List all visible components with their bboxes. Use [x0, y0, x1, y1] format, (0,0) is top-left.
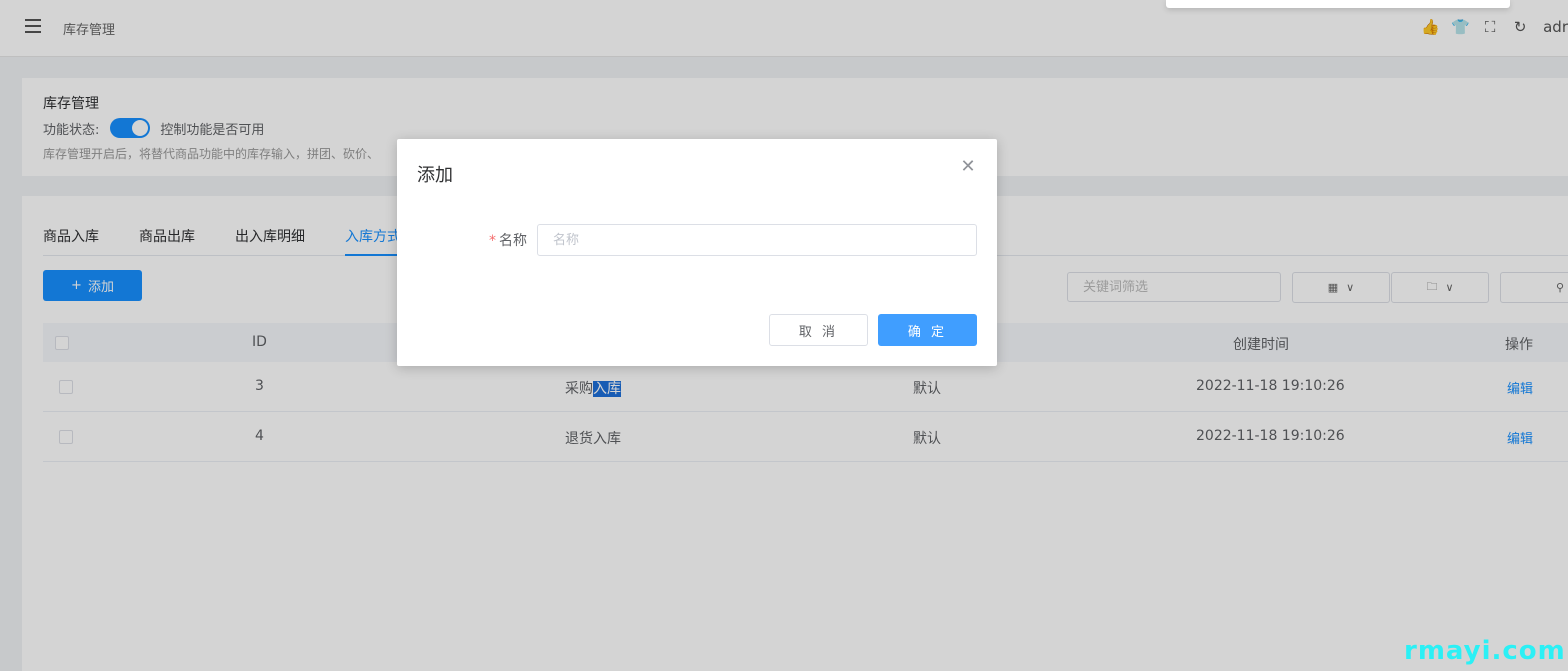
add-dialog: 添加 ✕ *名称 取 消 确 定: [397, 139, 997, 366]
confirm-button[interactable]: 确 定: [878, 314, 977, 346]
app-root: 库存管理 👍 👕 ⛶ ↻ adr 库存管理 功能状态: 控制功能是否可用 库存管…: [0, 0, 1568, 671]
name-input[interactable]: [537, 224, 977, 256]
top-dropdown-popup: [1166, 0, 1510, 8]
name-label-text: 名称: [499, 233, 527, 249]
close-icon[interactable]: ✕: [960, 158, 976, 176]
cancel-button[interactable]: 取 消: [769, 314, 868, 346]
dialog-title: 添加: [417, 165, 453, 186]
name-field-label: * 名称: [489, 230, 527, 250]
required-asterisk: *: [489, 233, 496, 249]
watermark-text: rmayi.com: [1404, 636, 1566, 666]
